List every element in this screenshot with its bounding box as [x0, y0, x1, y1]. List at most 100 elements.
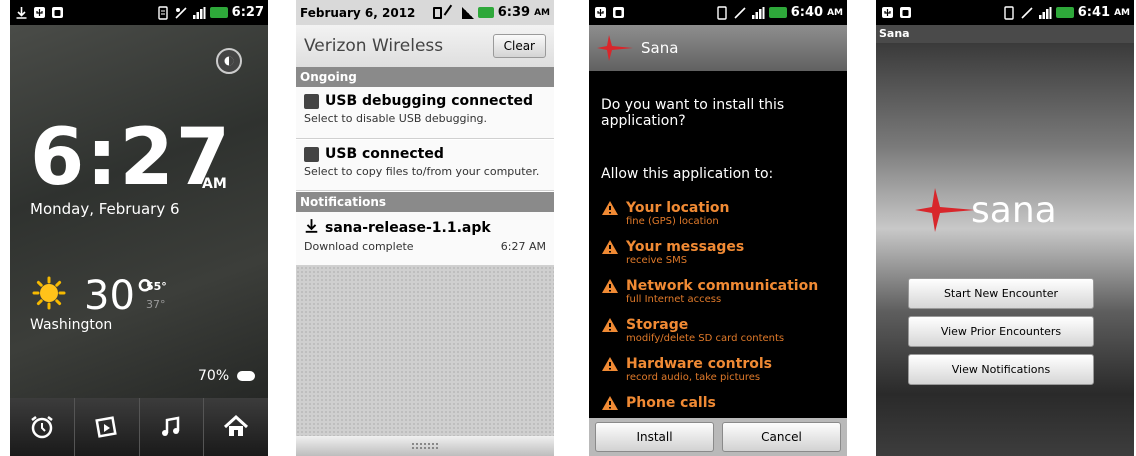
download-icon — [304, 218, 319, 237]
notification-time: 6:27 AM — [500, 240, 546, 253]
notification-subtitle: Select to copy files to/from your comput… — [304, 165, 540, 178]
battery-icon — [209, 7, 228, 18]
permission-title: Your location — [626, 200, 730, 216]
empty-area — [296, 266, 554, 436]
weather-city: Washington — [30, 317, 113, 333]
status-time: 6:40 — [790, 5, 824, 20]
section-ongoing: Ongoing — [296, 67, 554, 87]
android-debug-icon — [898, 6, 912, 20]
status-ampm: AM — [534, 7, 550, 18]
grip-icon — [412, 443, 438, 449]
permission-hardware: Hardware controls record audio, take pict… — [601, 356, 841, 384]
shade-handle[interactable] — [296, 436, 554, 456]
permission-location: Your location fine (GPS) location — [601, 200, 841, 228]
home-button[interactable] — [204, 398, 268, 456]
brightness-button[interactable] — [216, 48, 242, 74]
button-bar: Install Cancel — [589, 418, 847, 456]
lock-clock-ampm: AM — [202, 176, 227, 192]
status-bar: February 6, 2012 6:39 AM — [296, 0, 554, 25]
notification-subtitle: Select to disable USB debugging. — [304, 112, 488, 125]
cancel-button[interactable]: Cancel — [722, 422, 841, 452]
permission-desc: fine (GPS) location — [626, 216, 719, 227]
signal-icon — [751, 6, 765, 20]
permission-desc: full Internet access — [626, 294, 722, 305]
charging-icon — [236, 371, 255, 381]
view-notifications-button[interactable]: View Notifications — [908, 354, 1094, 385]
signal-icon — [461, 6, 474, 19]
gallery-button[interactable] — [75, 398, 140, 456]
sun-icon — [32, 276, 66, 314]
permission-title: Hardware controls — [626, 356, 772, 372]
dock — [10, 398, 268, 456]
vibrate-icon — [156, 5, 170, 20]
status-bar: 6:27 AM — [10, 0, 268, 192]
no-signal-data-icon — [443, 4, 461, 21]
status-time: 6:41 — [1077, 5, 1111, 20]
android-debug-icon — [304, 93, 319, 109]
warning-icon — [602, 240, 618, 254]
status-bar: 6:41 AM — [876, 0, 1134, 25]
section-notifications: Notifications — [296, 192, 554, 212]
battery-icon — [1055, 7, 1074, 18]
permission-phone-calls: Phone calls — [601, 395, 841, 411]
battery-level: 70% — [198, 368, 255, 384]
permission-desc: receive SMS — [626, 255, 688, 266]
status-time: 6:39 — [497, 5, 531, 20]
app-title-bar: Sana — [589, 25, 847, 71]
usb-icon — [304, 146, 319, 162]
install-question: Do you want to install this application? — [601, 97, 785, 129]
warning-icon — [602, 201, 618, 215]
permission-title: Network communication — [626, 278, 819, 294]
music-button[interactable] — [140, 398, 205, 456]
brightness-icon — [224, 56, 234, 66]
android-debug-icon — [50, 6, 64, 20]
carrier-name: Verizon Wireless — [304, 36, 444, 56]
vibrate-icon — [715, 5, 729, 20]
status-date: February 6, 2012 — [300, 5, 416, 20]
weather-temp: 30° — [84, 273, 155, 319]
notification-usb-connected[interactable]: USB connected Select to copy files to/fr… — [296, 140, 554, 191]
notification-title: USB debugging connected — [325, 93, 534, 109]
alarm-button[interactable] — [10, 398, 75, 456]
permission-title: Storage — [626, 317, 689, 333]
sana-home-screen: 6:41 AM Sana sana Start New Encounter Vi… — [876, 0, 1134, 456]
start-new-encounter-button[interactable]: Start New Encounter — [908, 278, 1094, 309]
allow-heading: Allow this application to: — [601, 166, 774, 182]
usb-icon — [593, 6, 607, 20]
home-icon — [224, 414, 249, 436]
permission-title: Phone calls — [626, 395, 716, 411]
permission-desc: modify/delete SD card contents — [626, 333, 785, 344]
sana-logo-icon — [915, 188, 975, 232]
vibrate-icon — [432, 6, 442, 19]
permission-storage: Storage modify/delete SD card contents — [601, 317, 841, 345]
sana-logo-icon — [597, 35, 633, 61]
install-screen: 6:40 AM Sana Do you want to install this… — [589, 0, 847, 456]
notification-download[interactable]: sana-release-1.1.apk Download complete 6… — [296, 212, 554, 266]
notification-usb-debugging[interactable]: USB debugging connected Select to disabl… — [296, 87, 554, 139]
weather-low: 37° — [146, 298, 166, 311]
install-button[interactable]: Install — [595, 422, 714, 452]
no-signal-data-icon — [174, 6, 188, 20]
landscape-background — [876, 43, 1134, 456]
notification-shade: February 6, 2012 6:39 AM Verizon Wireles… — [296, 0, 554, 456]
no-signal-data-icon — [1020, 6, 1034, 20]
app-title-bar: Sana — [876, 25, 1134, 43]
status-time: 6:27 — [231, 5, 264, 20]
clear-button[interactable]: Clear — [492, 34, 546, 58]
signal-icon — [192, 6, 206, 20]
alarm-clock-icon — [31, 416, 53, 439]
notification-subtitle: Download complete — [304, 240, 414, 253]
view-prior-encounters-button[interactable]: View Prior Encounters — [908, 316, 1094, 347]
usb-icon — [880, 6, 894, 20]
weather-high: 55° — [146, 280, 167, 293]
signal-icon — [1038, 6, 1052, 20]
no-signal-data-icon — [733, 6, 747, 20]
lock-date: Monday, February 6 — [30, 200, 180, 218]
android-debug-icon — [611, 6, 625, 20]
lock-screen: 6:27 AM 6:27 AM Monday, February 6 30° 5… — [10, 0, 268, 456]
status-ampm: AM — [827, 7, 843, 18]
warning-icon — [602, 318, 618, 332]
app-name: Sana — [641, 39, 679, 57]
permission-title: Your messages — [626, 239, 745, 255]
status-ampm: AM — [1114, 7, 1130, 18]
